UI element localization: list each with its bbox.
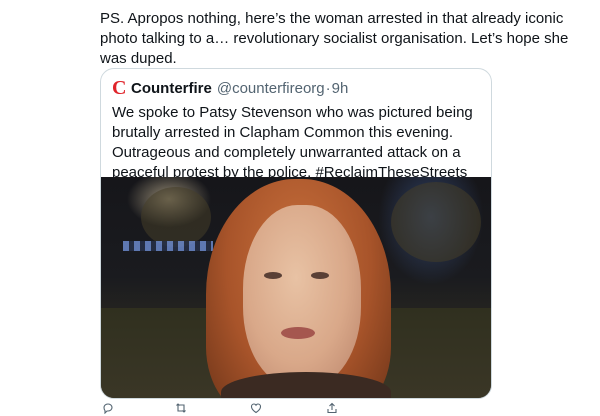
share-icon[interactable] [326, 402, 338, 414]
video-player[interactable] [101, 177, 491, 398]
separator-dot: · [325, 79, 331, 97]
person-eye [311, 272, 329, 279]
background-bus-lights [123, 241, 213, 251]
like-icon[interactable] [250, 402, 262, 414]
tweet-text: PS. Apropos nothing, here’s the woman ar… [100, 10, 569, 67]
person-face [243, 205, 361, 387]
background-tree [141, 187, 211, 247]
quoted-tweet-header: C Counterfire @counterfireorg · 9h [112, 78, 348, 98]
tweet-timestamp[interactable]: 9h [332, 80, 349, 97]
author-handle[interactable]: @counterfireorg [217, 80, 325, 97]
person-mouth [281, 327, 315, 339]
reply-icon[interactable] [102, 402, 114, 414]
author-name[interactable]: Counterfire [131, 80, 212, 97]
background-tree [391, 182, 481, 262]
retweet-icon[interactable] [175, 402, 187, 414]
person-eye [264, 272, 282, 279]
quoted-tweet-card[interactable]: C Counterfire @counterfireorg · 9h We sp… [100, 68, 492, 399]
counterfire-logo-icon: C [112, 77, 127, 99]
